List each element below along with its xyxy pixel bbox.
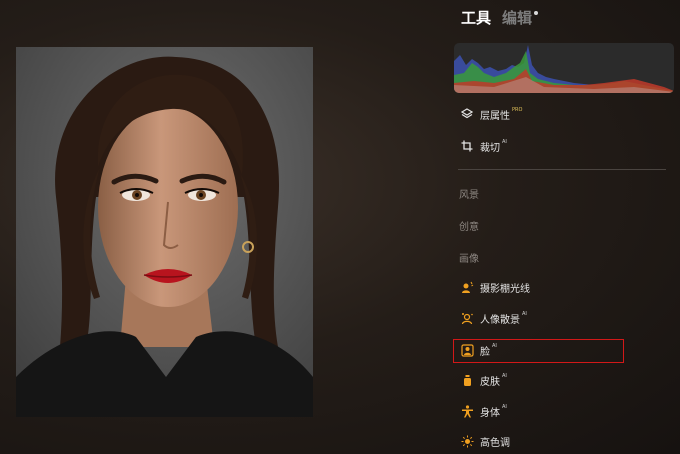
photo-canvas[interactable] xyxy=(16,47,313,417)
edit-dot-indicator xyxy=(534,11,539,15)
tab-edit[interactable]: 编辑 xyxy=(502,9,532,27)
panel-tabs: 工具 编辑 xyxy=(461,9,539,27)
studio-light-icon xyxy=(460,280,474,294)
portrait-photo xyxy=(16,47,313,417)
selection-highlight xyxy=(453,339,624,363)
menu-item-portrait-bokeh[interactable]: 人像散景 AI xyxy=(460,308,527,328)
section-landscape[interactable]: 风景 xyxy=(459,186,479,201)
menu-item-body-label: 身体 xyxy=(480,407,500,419)
histogram xyxy=(454,43,674,93)
ai-badge: AI xyxy=(502,139,507,145)
menu-item-body[interactable]: 身体 AI xyxy=(460,401,507,421)
portrait-bokeh-icon xyxy=(460,311,474,325)
body-icon xyxy=(460,404,474,418)
high-key-icon xyxy=(460,434,474,448)
menu-item-layers[interactable]: 层属性 PRO xyxy=(460,104,522,124)
menu-item-skin[interactable]: 皮肤 AI xyxy=(460,370,507,390)
section-creative[interactable]: 创意 xyxy=(459,218,479,233)
tools-panel: 工具 编辑 层属性 PRO 裁切 AI 风景 创意 画像 摄影棚光线 人像散景 … xyxy=(448,0,680,454)
menu-item-high-key[interactable]: 高色调 xyxy=(460,431,512,451)
menu-item-skin-label: 皮肤 xyxy=(480,376,500,388)
menu-item-portrait-bokeh-label: 人像散景 xyxy=(480,314,520,326)
layers-icon xyxy=(460,107,474,121)
menu-item-studio-light[interactable]: 摄影棚光线 xyxy=(460,277,532,297)
menu-item-high-key-label: 高色调 xyxy=(480,437,510,449)
tab-tools[interactable]: 工具 xyxy=(461,9,491,27)
menu-item-studio-light-label: 摄影棚光线 xyxy=(480,283,530,295)
crop-icon xyxy=(460,139,474,153)
divider xyxy=(458,169,666,170)
ai-badge: AI xyxy=(502,373,507,379)
menu-item-crop[interactable]: 裁切 AI xyxy=(460,136,507,156)
ai-badge: AI xyxy=(522,311,527,317)
section-portrait[interactable]: 画像 xyxy=(459,250,479,265)
ai-badge: AI xyxy=(502,404,507,410)
skin-icon xyxy=(460,373,474,387)
menu-item-crop-label: 裁切 xyxy=(480,142,500,154)
menu-item-layers-label: 层属性 xyxy=(480,110,510,122)
pro-badge: PRO xyxy=(512,107,523,113)
